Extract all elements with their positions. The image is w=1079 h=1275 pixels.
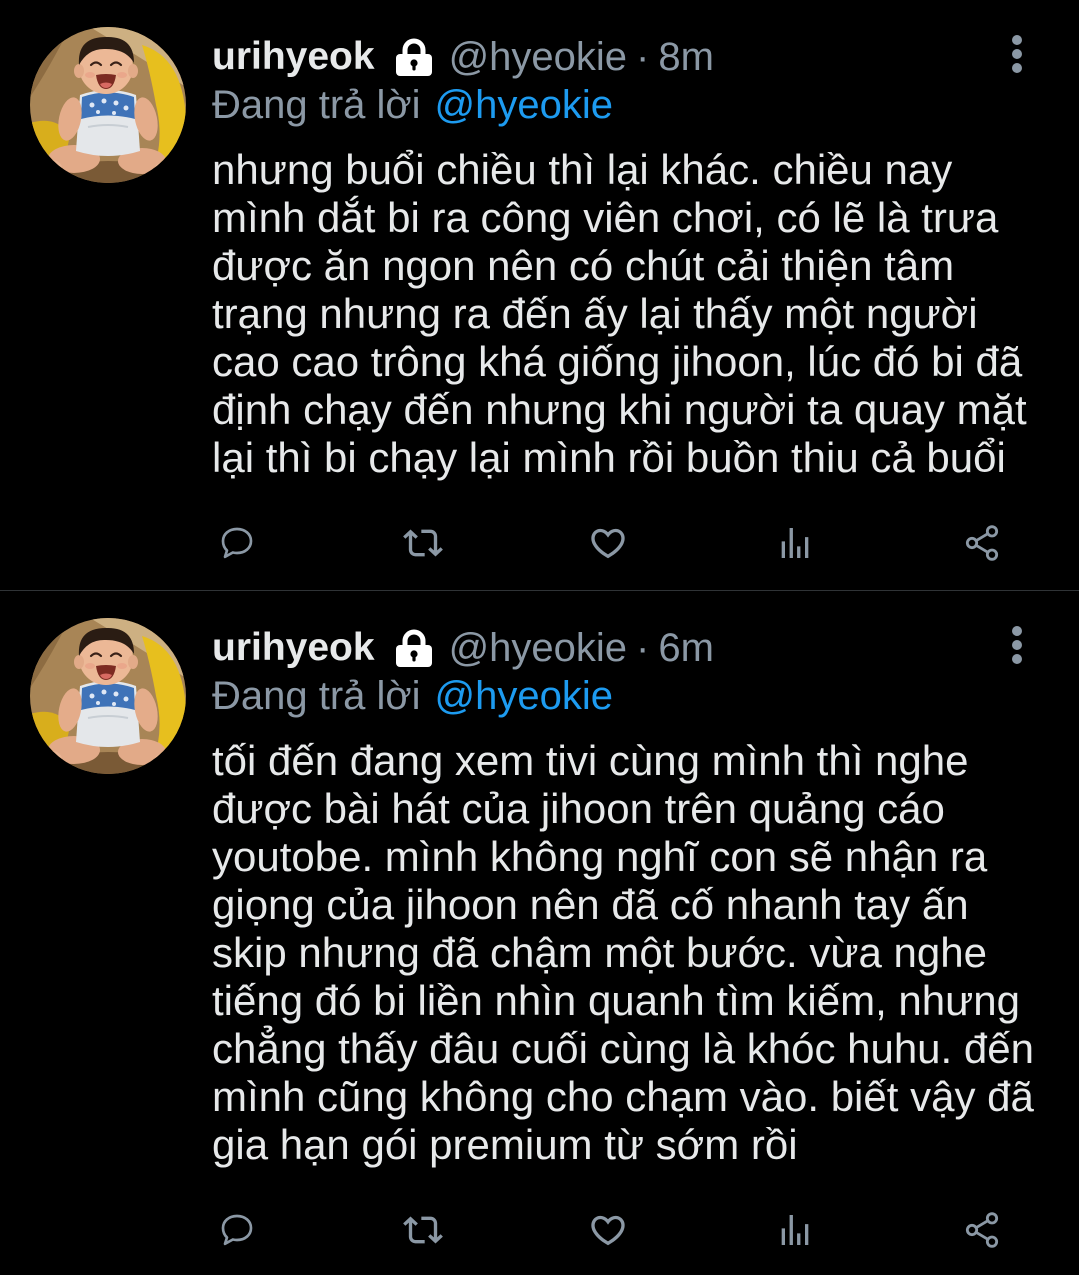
- tweet-text-line: mình cũng không cho chạm vào. biết vậy đ…: [212, 1073, 1034, 1120]
- like-button[interactable]: [584, 1206, 632, 1254]
- tweet-content: urihyeok @hyeokie · 6m Đang trả lời @hyeo…: [212, 624, 1062, 1254]
- tweet-actions: [212, 1206, 1062, 1254]
- author-display-name[interactable]: urihyeok: [212, 626, 375, 670]
- tweet-text-line: được ăn ngon nên có chút cải thiện tâm: [212, 242, 955, 289]
- tweet-text-line: chẳng thấy đâu cuối cùng là khóc huhu. đ…: [212, 1025, 1034, 1072]
- tweet-content: urihyeok @hyeokie · 8m Đang trả lời @hyeo…: [212, 33, 1062, 567]
- retweet-icon: [403, 1210, 443, 1250]
- separator-dot: ·: [636, 34, 650, 79]
- replying-to: Đang trả lời @hyeokie: [212, 81, 1062, 129]
- share-icon: [962, 1210, 1002, 1250]
- heart-icon: [588, 1210, 628, 1250]
- share-button[interactable]: [958, 519, 1006, 567]
- avatar-photo: [30, 618, 186, 774]
- tweet[interactable]: urihyeok @hyeokie · 8m Đang trả lời @hyeo…: [0, 0, 1079, 590]
- reply-icon: [217, 1210, 257, 1250]
- tweet-text-line: youtobe. mình không nghĩ con sẽ nhận ra: [212, 833, 988, 880]
- tweet-timestamp[interactable]: 8m: [658, 35, 714, 80]
- author-handle[interactable]: @hyeokie: [449, 35, 627, 80]
- tweet-text: nhưng buổi chiều thì lại khác. chiều nay…: [212, 146, 1062, 482]
- share-button[interactable]: [958, 1206, 1006, 1254]
- reply-button[interactable]: [213, 519, 261, 567]
- tweet-text-line: tối đến đang xem tivi cùng mình thì nghe: [212, 737, 969, 784]
- tweet-text-line: định chạy đến nhưng khi người ta quay mặ…: [212, 386, 1027, 433]
- analytics-icon: [775, 523, 815, 563]
- avatar-photo: [30, 27, 186, 183]
- avatar-image: [30, 27, 186, 183]
- tweet-text-line: skip nhưng đã chậm một bước. vừa nghe: [212, 929, 987, 976]
- tweet[interactable]: urihyeok @hyeokie · 6m Đang trả lời @hyeo…: [0, 591, 1079, 1275]
- tweet-timestamp[interactable]: 6m: [658, 626, 714, 671]
- retweet-icon: [403, 523, 443, 563]
- lock-icon: [393, 628, 435, 668]
- replying-to-mention[interactable]: @hyeokie: [435, 83, 613, 127]
- separator-dot: ·: [636, 625, 650, 670]
- retweet-button[interactable]: [399, 1206, 447, 1254]
- replying-to-label: Đang trả lời: [212, 83, 421, 127]
- tweet-text-line: nhưng buổi chiều thì lại khác. chiều nay: [212, 146, 953, 193]
- author-display-name[interactable]: urihyeok: [212, 35, 375, 79]
- tweet-actions: [212, 519, 1062, 567]
- tweet-text-line: gia hạn gói premium từ sớm rồi: [212, 1121, 798, 1168]
- tweet-text-line: mình dắt bi ra công viên chơi, có lẽ là …: [212, 194, 999, 241]
- avatar[interactable]: [30, 27, 186, 183]
- analytics-button[interactable]: [771, 519, 819, 567]
- avatar[interactable]: [30, 618, 186, 774]
- tweet-header: urihyeok @hyeokie · 6m: [212, 624, 1062, 672]
- reply-button[interactable]: [213, 1206, 261, 1254]
- tweet-text-line: lại thì bi chạy lại mình rồi buồn thiu c…: [212, 434, 1006, 481]
- lock-icon: [393, 37, 435, 77]
- heart-icon: [588, 523, 628, 563]
- tweet-text-line: trạng nhưng ra đến ấy lại thấy một người: [212, 290, 978, 337]
- analytics-icon: [775, 1210, 815, 1250]
- tweet-text: tối đến đang xem tivi cùng mình thì nghe…: [212, 737, 1062, 1169]
- tweet-header: urihyeok @hyeokie · 8m: [212, 33, 1062, 81]
- replying-to-label: Đang trả lời: [212, 674, 421, 718]
- tweet-text-line: được bài hát của jihoon trên quảng cáo: [212, 785, 945, 832]
- tweet-text-line: tiếng đó bi liền nhìn quanh tìm kiếm, nh…: [212, 977, 1020, 1024]
- replying-to: Đang trả lời @hyeokie: [212, 672, 1062, 720]
- tweet-text-line: cao cao trông khá giống jihoon, lúc đó b…: [212, 338, 1023, 385]
- timeline: urihyeok @hyeokie · 8m Đang trả lời @hyeo…: [0, 0, 1079, 1275]
- replying-to-mention[interactable]: @hyeokie: [435, 674, 613, 718]
- like-button[interactable]: [584, 519, 632, 567]
- tweet-text-line: giọng của jihoon nên đã cố nhanh tay ấn: [212, 881, 969, 928]
- share-icon: [962, 523, 1002, 563]
- analytics-button[interactable]: [771, 1206, 819, 1254]
- author-handle[interactable]: @hyeokie: [449, 626, 627, 671]
- avatar-image: [30, 618, 186, 774]
- retweet-button[interactable]: [399, 519, 447, 567]
- reply-icon: [217, 523, 257, 563]
